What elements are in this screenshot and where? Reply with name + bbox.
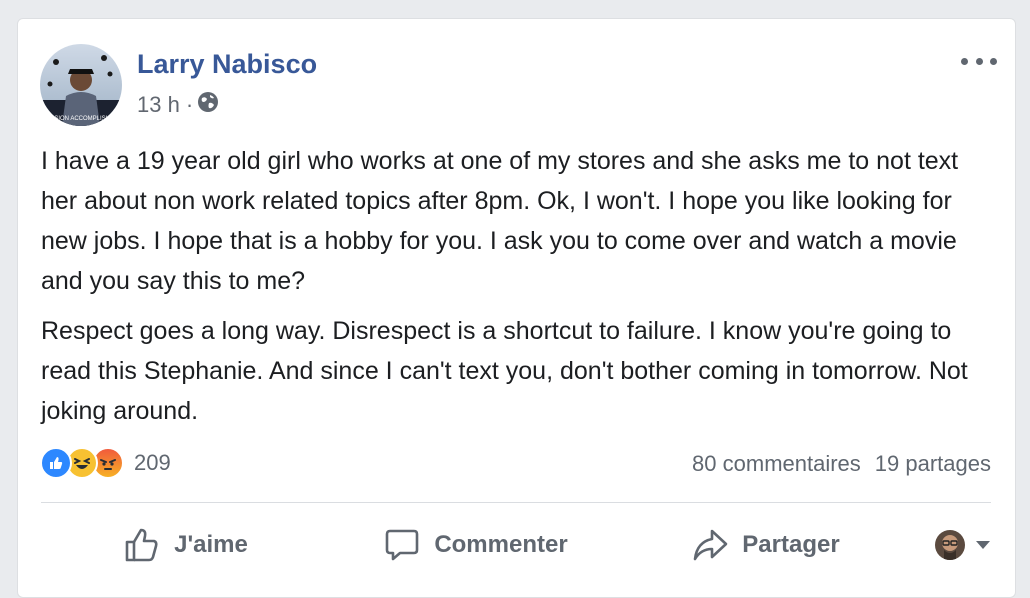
audience-selector[interactable] (911, 530, 991, 560)
comments-count-link[interactable]: 80 commentaires (692, 451, 861, 477)
dot-icon (990, 57, 997, 65)
reaction-count[interactable]: 209 (134, 450, 171, 476)
post-paragraph: Respect goes a long way. Disrespect is a… (41, 317, 968, 425)
user-avatar (935, 530, 965, 560)
post-paragraph: I have a 19 year old girl who works at o… (41, 147, 959, 295)
like-button[interactable]: J'aime (41, 515, 331, 575)
like-button-label: J'aime (174, 531, 248, 558)
avatar-banner-text: MISSION ACCOMPLISHED (44, 116, 119, 122)
author-avatar[interactable]: MISSION ACCOMPLISHED (40, 44, 122, 126)
globe-icon[interactable] (197, 91, 219, 119)
comment-icon (386, 529, 419, 561)
thumbs-up-icon (125, 528, 158, 562)
caret-down-icon (976, 541, 990, 549)
like-reaction-icon (40, 447, 72, 479)
comment-button[interactable]: Commenter (331, 515, 621, 575)
share-button-label: Partager (742, 531, 840, 558)
post-stats: 80 commentaires 19 partages (692, 451, 991, 477)
dot-icon (961, 57, 968, 65)
reactions-summary[interactable]: 209 (40, 447, 171, 479)
shares-count-link[interactable]: 19 partages (875, 451, 991, 477)
more-options-button[interactable] (961, 51, 997, 71)
share-button[interactable]: Partager (621, 515, 911, 575)
post-time[interactable]: 13 h (137, 92, 180, 118)
post-meta: 13 h · (137, 91, 219, 119)
author-name[interactable]: Larry Nabisco (137, 49, 317, 80)
meta-separator: · (185, 92, 194, 117)
dot-icon (975, 57, 983, 65)
share-arrow-icon (693, 529, 728, 561)
comment-button-label: Commenter (434, 531, 568, 558)
post-actions-bar: J'aime Commenter Partager (41, 515, 991, 575)
post-body: I have a 19 year old girl who works at o… (41, 141, 1001, 441)
divider (41, 502, 991, 503)
post-card: MISSION ACCOMPLISHED Larry Nabisco 13 h … (17, 18, 1016, 598)
